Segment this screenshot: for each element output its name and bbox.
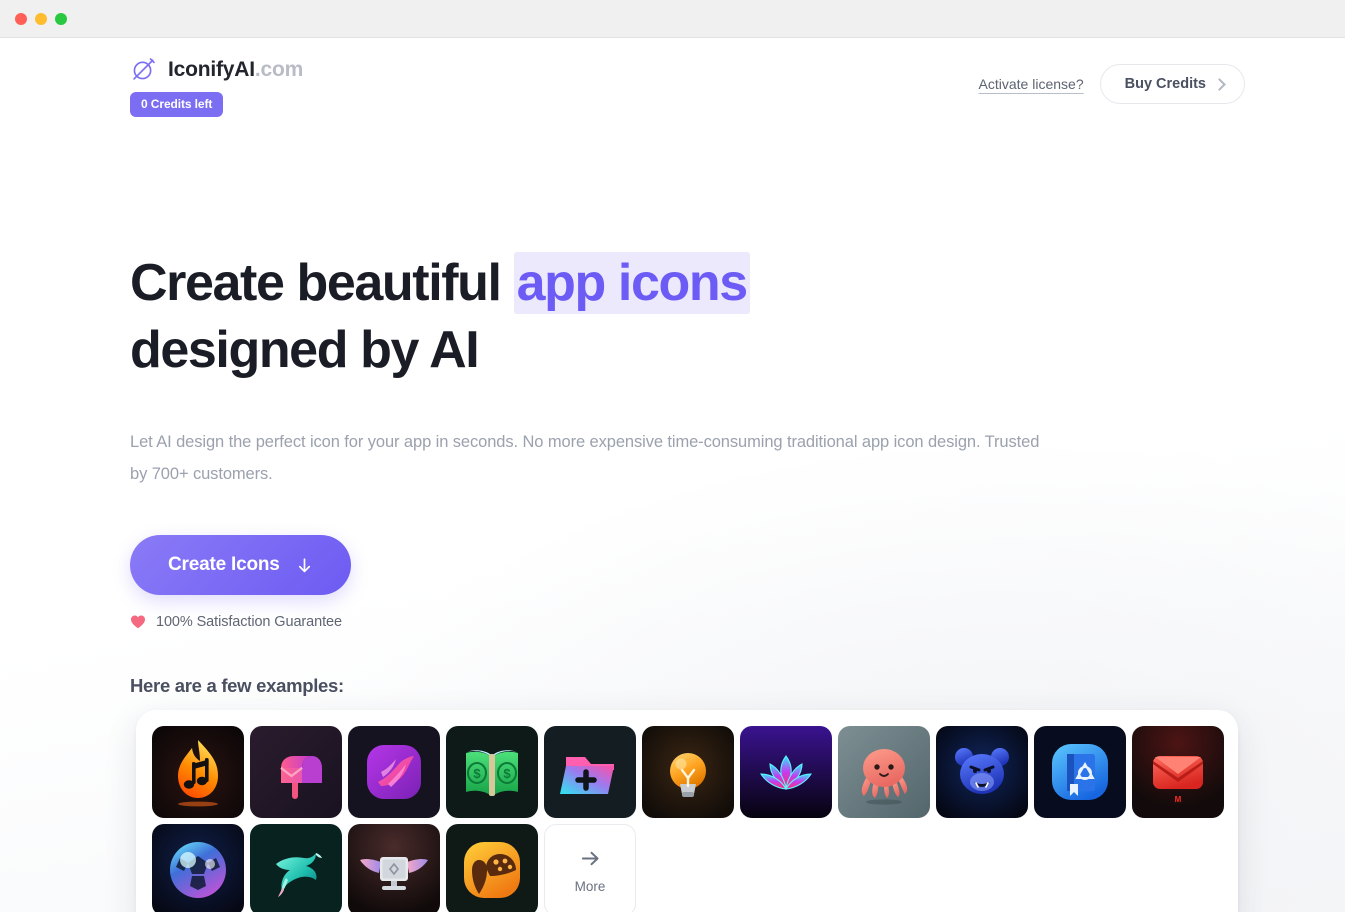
header-actions: Activate license? Buy Credits — [979, 56, 1245, 104]
brand-name: IconifyAI.com — [168, 57, 304, 81]
teal-bird-icon[interactable] — [250, 824, 342, 912]
arrow-right-icon — [579, 847, 602, 870]
arrow-down-icon — [296, 557, 313, 574]
fire-music-note-icon[interactable] — [152, 726, 244, 818]
page-body: IconifyAI.com 0 Credits left Activate li… — [0, 38, 1345, 912]
red-envelope-icon[interactable]: M — [1132, 726, 1224, 818]
light-bulb-icon[interactable] — [642, 726, 734, 818]
winged-monitor-icon[interactable] — [348, 824, 440, 912]
page-title: Create beautiful app icons designed by AI — [130, 250, 1130, 383]
money-book-icon[interactable]: $ $ — [446, 726, 538, 818]
orange-mushroom-icon[interactable] — [446, 824, 538, 912]
window-titlebar — [0, 0, 1345, 38]
svg-text:M: M — [1175, 795, 1182, 804]
credits-badge: 0 Credits left — [130, 92, 224, 117]
close-window-button[interactable] — [15, 12, 27, 25]
brand-block: IconifyAI.com 0 Credits left — [130, 56, 303, 117]
create-icons-label: Create Icons — [168, 554, 280, 576]
more-label: More — [574, 878, 606, 894]
more-examples-button[interactable]: More — [544, 824, 636, 912]
octopus-icon[interactable] — [838, 726, 930, 818]
hero-section: Create beautiful app icons designed by AI… — [130, 250, 1130, 630]
hero-subtitle: Let AI design the perfect icon for your … — [130, 433, 1040, 484]
guarantee-label: 100% Satisfaction Guarantee — [156, 614, 342, 631]
heart-icon — [130, 614, 146, 630]
svg-text:$: $ — [503, 766, 511, 781]
satisfaction-guarantee: 100% Satisfaction Guarantee — [130, 614, 1130, 630]
site-header: IconifyAI.com 0 Credits left Activate li… — [0, 38, 1345, 117]
headline-highlight: app icons — [513, 252, 750, 314]
headline-line2: designed by AI — [130, 320, 480, 379]
neon-soccer-ball-icon[interactable] — [152, 824, 244, 912]
minimize-window-button[interactable] — [35, 12, 47, 25]
blue-bear-icon[interactable] — [936, 726, 1028, 818]
examples-panel: $ $ M More — [136, 710, 1238, 912]
activate-license-link[interactable]: Activate license? — [979, 76, 1084, 92]
planet-ring-icon — [130, 56, 157, 83]
buy-credits-label: Buy Credits — [1124, 76, 1206, 92]
chevron-right-icon — [1213, 77, 1226, 91]
brand-logo[interactable]: IconifyAI.com — [130, 56, 303, 83]
purple-bird-icon[interactable] — [348, 726, 440, 818]
neon-lotus-icon[interactable] — [740, 726, 832, 818]
folder-plus-icon[interactable] — [544, 726, 636, 818]
examples-heading: Here are a few examples: — [130, 675, 344, 696]
pink-mailbox-icon[interactable] — [250, 726, 342, 818]
examples-row: More — [152, 824, 1222, 912]
blue-book-icon[interactable] — [1034, 726, 1126, 818]
create-icons-button[interactable]: Create Icons — [130, 535, 351, 596]
svg-text:$: $ — [473, 766, 481, 781]
zoom-window-button[interactable] — [55, 12, 67, 25]
headline-line1-lead: Create beautiful — [130, 254, 514, 312]
examples-row: $ $ M — [152, 726, 1224, 818]
buy-credits-button[interactable]: Buy Credits — [1099, 64, 1245, 104]
